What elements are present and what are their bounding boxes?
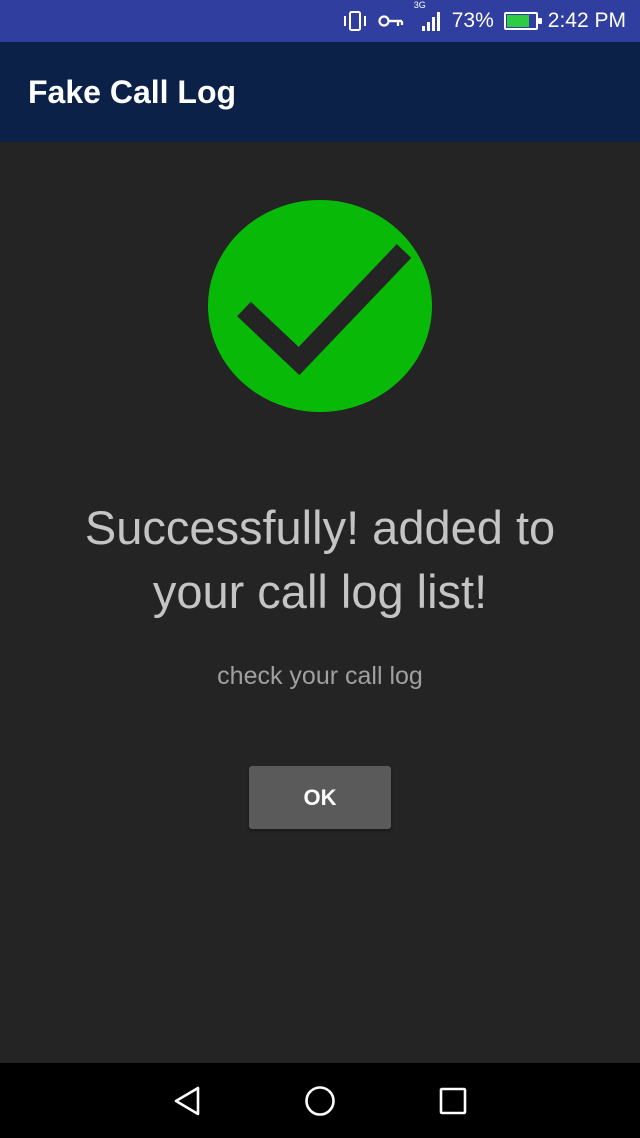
battery-percent: 73% bbox=[451, 9, 494, 32]
vibrate-icon bbox=[342, 10, 368, 32]
home-circle-icon bbox=[305, 1085, 335, 1116]
navigation-bar bbox=[0, 1063, 640, 1138]
recents-button[interactable] bbox=[431, 1079, 475, 1123]
back-triangle-icon bbox=[174, 1086, 199, 1115]
battery-icon bbox=[503, 12, 542, 30]
app-bar: Fake Call Log bbox=[0, 42, 640, 142]
home-button[interactable] bbox=[298, 1079, 342, 1123]
success-message-line1: Successfully! added to bbox=[84, 501, 556, 554]
battery-level-fill bbox=[506, 15, 529, 27]
success-message-line2: your call log list! bbox=[152, 565, 488, 618]
app-title: Fake Call Log bbox=[28, 73, 237, 110]
ok-button[interactable]: OK bbox=[249, 766, 391, 829]
back-button[interactable] bbox=[165, 1079, 209, 1123]
subtext: check your call log bbox=[217, 662, 423, 690]
network-type-label: 3G bbox=[413, 0, 426, 10]
success-message: Successfully! added to your call log lis… bbox=[20, 496, 620, 624]
screen: 3G 73% 2:42 PM Fake Call Log Successfull… bbox=[0, 0, 640, 1138]
clock: 2:42 PM bbox=[547, 9, 626, 32]
checkmark-circle-icon bbox=[208, 200, 432, 412]
status-bar: 3G 73% 2:42 PM bbox=[0, 0, 640, 42]
recents-square-icon bbox=[440, 1087, 467, 1114]
signal-icon: 3G bbox=[414, 0, 442, 32]
vpn-key-icon bbox=[378, 13, 404, 29]
